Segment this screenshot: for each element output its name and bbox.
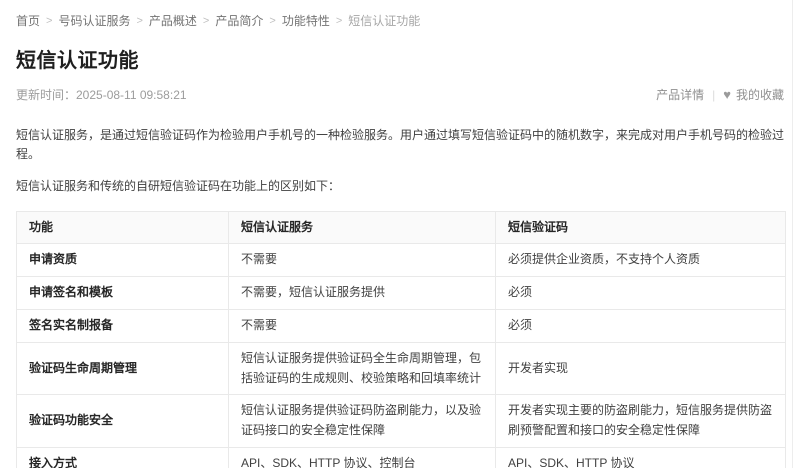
table-row: 签名实名制报备 不需要 必须	[17, 309, 786, 342]
table-row: 申请资质 不需要 必须提供企业资质，不支持个人资质	[17, 244, 786, 277]
heart-icon: ♥	[723, 88, 731, 101]
breadcrumb-separator: >	[46, 15, 52, 27]
intro-paragraph-1: 短信认证服务，是通过短信验证码作为检验用户手机号的一种检验服务。用户通过填写短信…	[16, 126, 784, 164]
table-cell: 验证码功能安全	[17, 395, 229, 448]
table-cell: 开发者实现	[496, 342, 786, 395]
table-cell: 短信认证服务提供验证码全生命周期管理，包括验证码的生成规则、校验策略和回填率统计	[229, 342, 496, 395]
breadcrumb-item-features[interactable]: 功能特性	[282, 12, 330, 29]
table-cell: 验证码生命周期管理	[17, 342, 229, 395]
scrollbar-track[interactable]	[792, 0, 793, 468]
table-header-feature: 功能	[17, 211, 229, 244]
table-header-sms-code: 短信验证码	[496, 211, 786, 244]
breadcrumb-separator: >	[336, 15, 342, 27]
favorite-label: 我的收藏	[736, 86, 784, 103]
breadcrumb: 首页 > 号码认证服务 > 产品概述 > 产品简介 > 功能特性 > 短信认证功…	[16, 12, 784, 29]
breadcrumb-separator: >	[269, 15, 275, 27]
breadcrumb-item-home[interactable]: 首页	[16, 12, 40, 29]
table-cell: 必须提供企业资质，不支持个人资质	[496, 244, 786, 277]
meta-divider: |	[712, 88, 715, 102]
table-cell: 必须	[496, 309, 786, 342]
intro-paragraph-2: 短信认证服务和传统的自研短信验证码在功能上的区别如下：	[16, 177, 784, 196]
table-header-row: 功能 短信认证服务 短信验证码	[17, 211, 786, 244]
table-cell: 申请签名和模板	[17, 277, 229, 310]
breadcrumb-item-number-auth-service[interactable]: 号码认证服务	[58, 12, 130, 29]
table-cell: 开发者实现主要的防盗刷能力，短信服务提供防盗刷预警配置和接口的安全稳定性保障	[496, 395, 786, 448]
breadcrumb-item-current: 短信认证功能	[348, 12, 420, 29]
updated-time: 更新时间：2025-08-11 09:58:21	[16, 86, 187, 103]
table-cell: 申请资质	[17, 244, 229, 277]
table-cell: 不需要	[229, 309, 496, 342]
table-row: 申请签名和模板 不需要，短信认证服务提供 必须	[17, 277, 786, 310]
table-cell: 不需要，短信认证服务提供	[229, 277, 496, 310]
doc-page: 首页 > 号码认证服务 > 产品概述 > 产品简介 > 功能特性 > 短信认证功…	[0, 0, 800, 468]
product-detail-link[interactable]: 产品详情	[656, 86, 704, 103]
table-cell: 短信认证服务提供验证码防盗刷能力，以及验证码接口的安全稳定性保障	[229, 395, 496, 448]
favorite-button[interactable]: ♥ 我的收藏	[723, 86, 784, 103]
table-cell: 必须	[496, 277, 786, 310]
table-header-sms-auth-service: 短信认证服务	[229, 211, 496, 244]
comparison-table: 功能 短信认证服务 短信验证码 申请资质 不需要 必须提供企业资质，不支持个人资…	[16, 211, 786, 468]
table-cell: 接入方式	[17, 447, 229, 468]
table-cell: API、SDK、HTTP 协议、控制台	[229, 447, 496, 468]
meta-row: 更新时间：2025-08-11 09:58:21 产品详情 | ♥ 我的收藏	[16, 86, 784, 103]
table-row: 验证码生命周期管理 短信认证服务提供验证码全生命周期管理，包括验证码的生成规则、…	[17, 342, 786, 395]
breadcrumb-item-product-overview[interactable]: 产品概述	[149, 12, 197, 29]
breadcrumb-separator: >	[136, 15, 142, 27]
table-cell: 不需要	[229, 244, 496, 277]
table-row: 接入方式 API、SDK、HTTP 协议、控制台 API、SDK、HTTP 协议	[17, 447, 786, 468]
table-cell: 签名实名制报备	[17, 309, 229, 342]
breadcrumb-separator: >	[203, 15, 209, 27]
table-cell: API、SDK、HTTP 协议	[496, 447, 786, 468]
breadcrumb-item-product-intro[interactable]: 产品简介	[215, 12, 263, 29]
page-title: 短信认证功能	[16, 44, 784, 73]
table-row: 验证码功能安全 短信认证服务提供验证码防盗刷能力，以及验证码接口的安全稳定性保障…	[17, 395, 786, 448]
